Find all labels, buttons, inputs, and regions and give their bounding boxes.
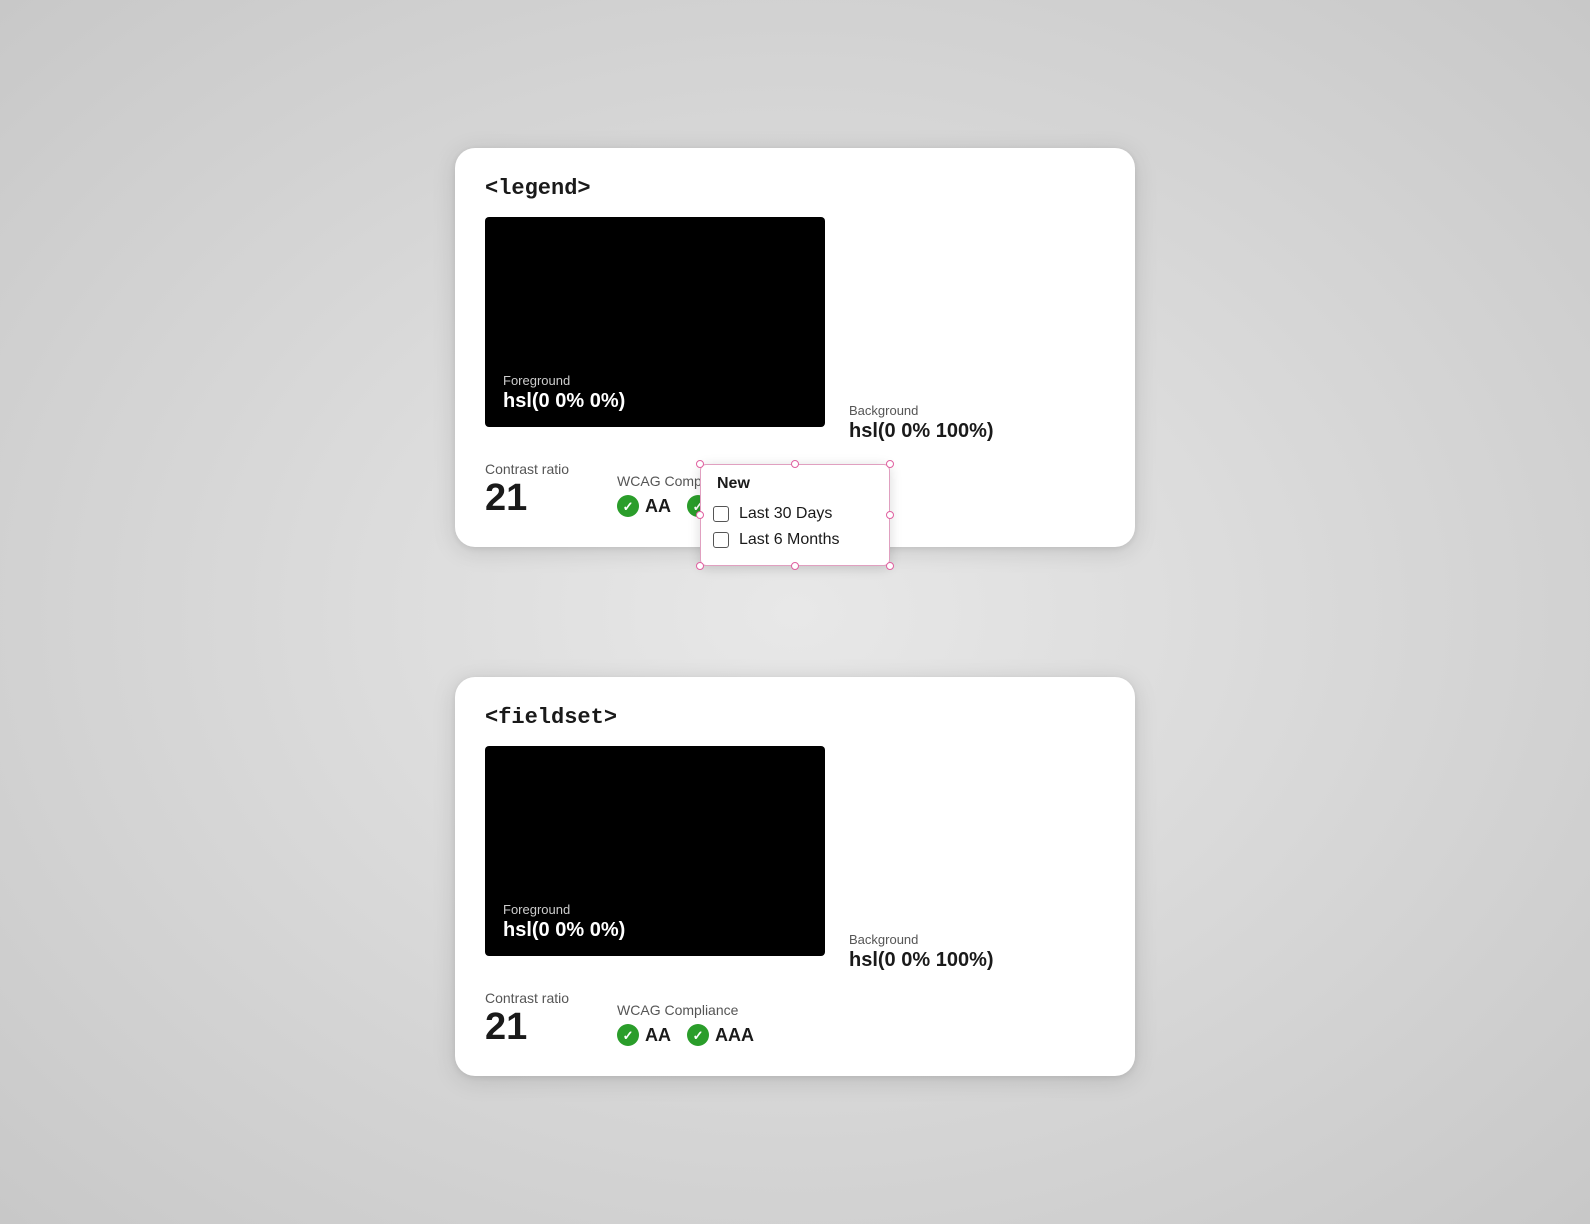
fieldset-contrast-label: Contrast ratio [485,990,569,1006]
dropdown-item-last6months[interactable]: Last 6 Months [713,527,873,553]
dropdown-overlay: New Last 30 Days Last 6 Months [700,464,890,566]
dropdown-header: New [713,475,873,493]
fieldset-wcag-badges: AA AAA [617,1024,754,1046]
handle-mr [886,511,894,519]
fieldset-wcag-label: WCAG Compliance [617,1002,754,1018]
fieldset-contrast-block: Contrast ratio 21 [485,990,569,1046]
legend-fg-value: hsl(0 0% 0%) [503,390,807,413]
fieldset-aaa-label: AAA [715,1025,754,1046]
handle-tm [791,460,799,468]
handle-bl [696,562,704,570]
fieldset-wcag-block: WCAG Compliance AA AAA [617,1002,754,1046]
fieldset-bg-label: Background [849,932,1105,947]
cards-container: <legend> Foreground hsl(0 0% 0%) Backgro… [455,148,1135,1076]
fieldset-bg-value: hsl(0 0% 100%) [849,949,1105,972]
legend-wcag-aa-badge: AA [617,495,671,517]
dropdown-item-last6months-label: Last 6 Months [739,531,840,549]
fieldset-aa-check-icon [617,1024,639,1046]
legend-contrast-block: Contrast ratio 21 [485,461,569,517]
fieldset-wcag-aa-badge: AA [617,1024,671,1046]
fieldset-wcag-aaa-badge: AAA [687,1024,754,1046]
dropdown-checkbox-last30[interactable] [713,506,729,522]
fieldset-preview-box: Foreground hsl(0 0% 0%) [485,746,825,956]
handle-tl [696,460,704,468]
fieldset-aa-label: AA [645,1025,671,1046]
legend-card-left: Foreground hsl(0 0% 0%) [485,217,825,443]
legend-aa-check-icon [617,495,639,517]
legend-contrast-value: 21 [485,479,569,517]
dropdown-item-last30-label: Last 30 Days [739,505,832,523]
handle-br [886,562,894,570]
legend-bg-label: Background [849,403,1105,418]
handle-ml [696,511,704,519]
fieldset-aaa-check-icon [687,1024,709,1046]
dropdown-checkbox-last6months[interactable] [713,532,729,548]
fieldset-card-left: Foreground hsl(0 0% 0%) [485,746,825,972]
legend-card-info-row: Foreground hsl(0 0% 0%) Background hsl(0… [485,217,1105,443]
legend-aa-label: AA [645,496,671,517]
legend-preview-box: Foreground hsl(0 0% 0%) [485,217,825,427]
dropdown-popup[interactable]: New Last 30 Days Last 6 Months [700,464,890,566]
fieldset-card-info-row: Foreground hsl(0 0% 0%) Background hsl(0… [485,746,1105,972]
legend-card-right: Background hsl(0 0% 100%) [825,217,1105,443]
legend-bg-value: hsl(0 0% 100%) [849,420,1105,443]
handle-tr [886,460,894,468]
handle-bm [791,562,799,570]
fieldset-metrics-row: Contrast ratio 21 WCAG Compliance AA AAA [485,990,1105,1046]
fieldset-card-title: <fieldset> [485,705,1105,730]
dropdown-item-last30[interactable]: Last 30 Days [713,501,873,527]
fieldset-card: <fieldset> Foreground hsl(0 0% 0%) Backg… [455,677,1135,1076]
legend-card-title: <legend> [485,176,1105,201]
fieldset-contrast-value: 21 [485,1008,569,1046]
fieldset-card-right: Background hsl(0 0% 100%) [825,746,1105,972]
fieldset-fg-value: hsl(0 0% 0%) [503,919,807,942]
legend-fg-label: Foreground [503,373,807,388]
legend-contrast-label: Contrast ratio [485,461,569,477]
fieldset-fg-label: Foreground [503,902,807,917]
